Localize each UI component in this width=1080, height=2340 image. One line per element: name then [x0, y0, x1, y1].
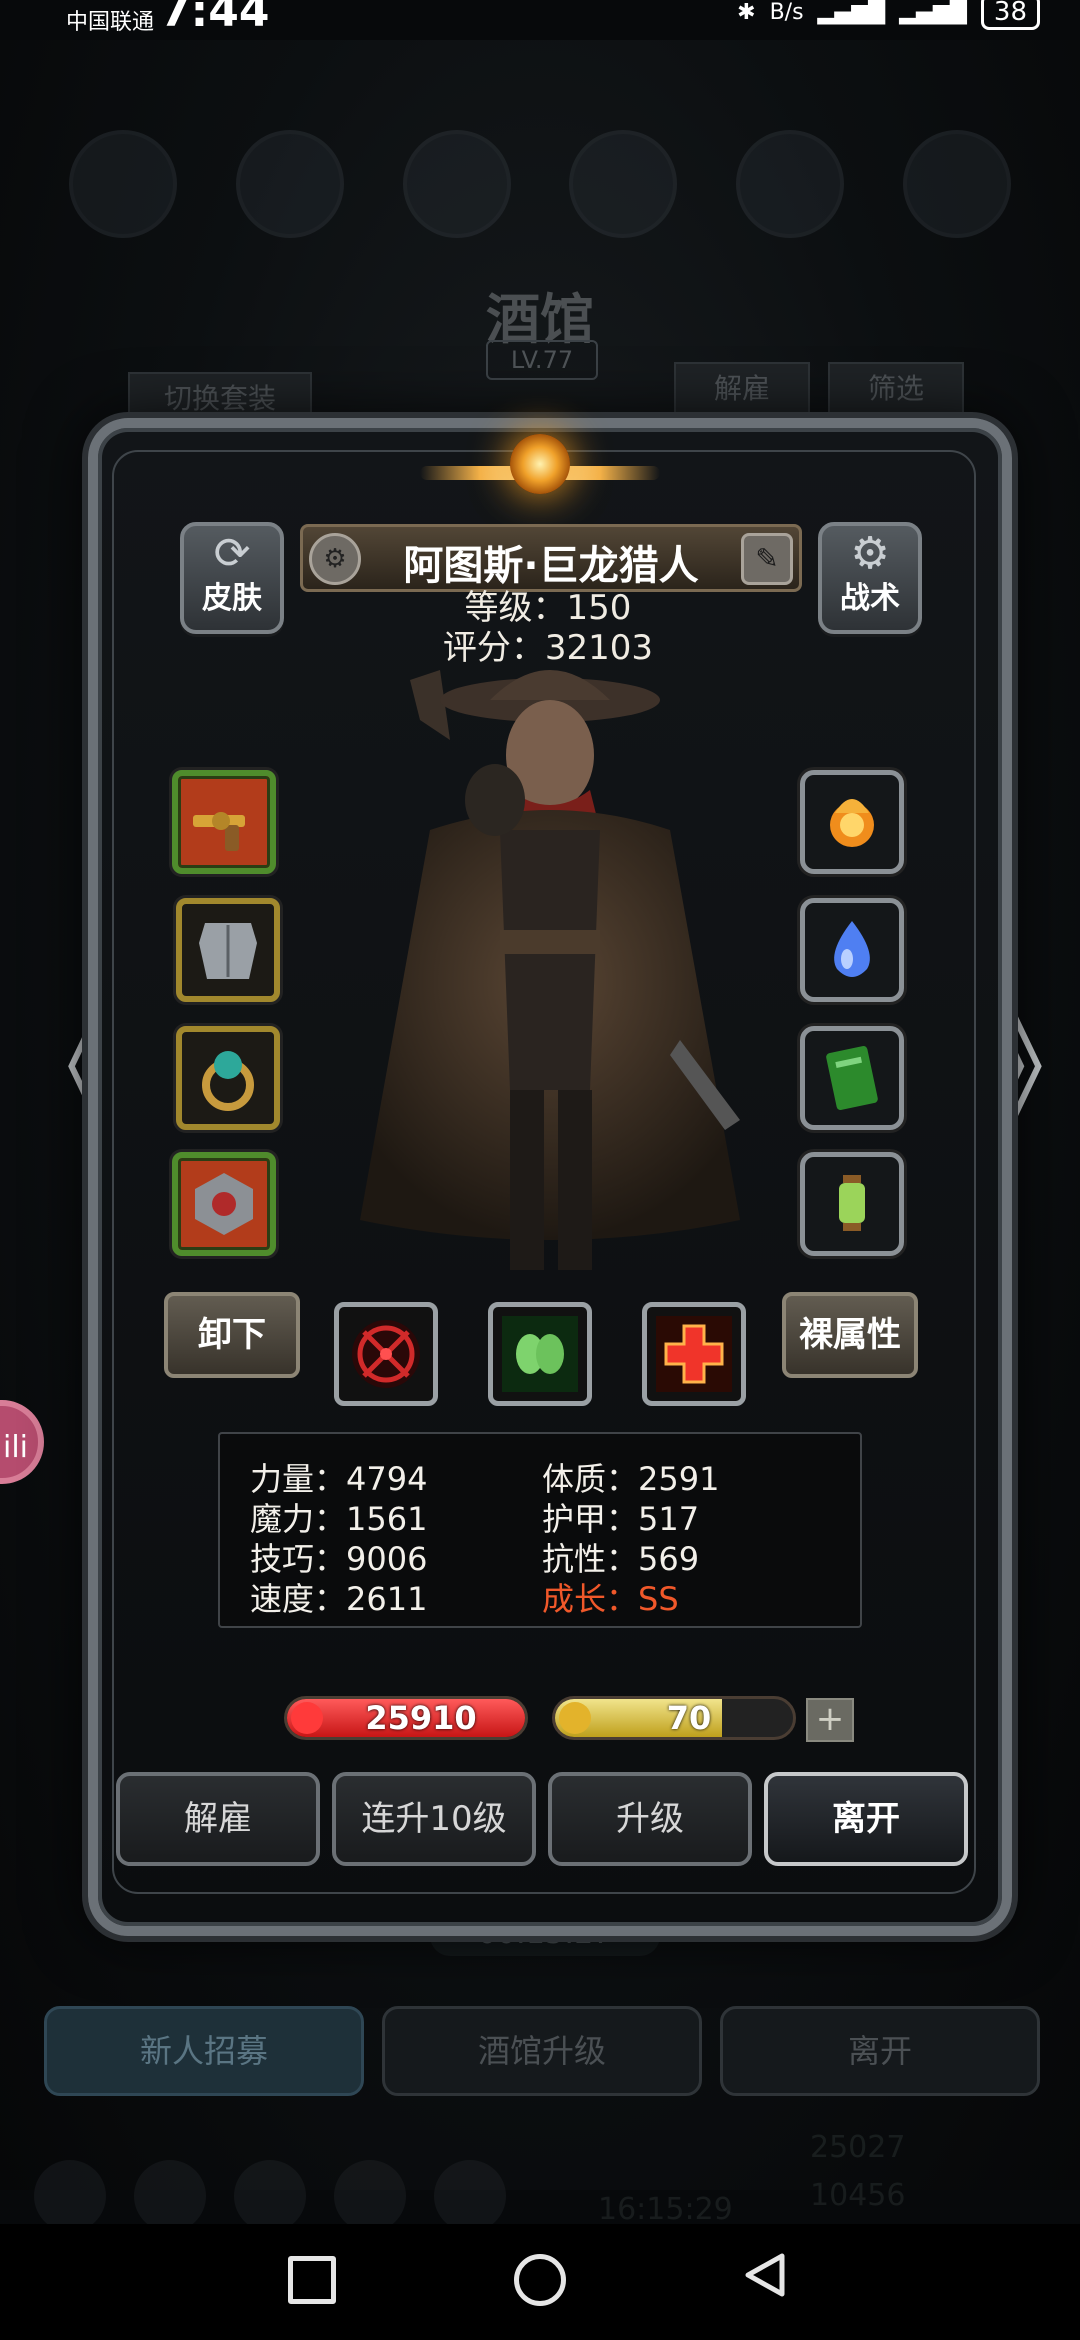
hp-bar: 25910 — [284, 1696, 528, 1740]
energy-bar: 70 — [552, 1696, 796, 1740]
bg-icon — [902, 130, 1011, 238]
stat-speed: 速度：2611 — [250, 1580, 428, 1618]
relic-slot-3[interactable] — [800, 1026, 904, 1130]
previous-hero-arrow[interactable]: 《 — [10, 1015, 120, 1125]
armor-slot[interactable] — [176, 898, 280, 1002]
bg-icon — [434, 2160, 506, 2232]
status-bar: 中国联通 7:44 ✱ B/s ▂▄▆█ ▂▄▆█ 38 — [0, 0, 1080, 40]
tactics-button[interactable]: ⚙ 战术 — [818, 522, 922, 634]
water-drop-icon — [834, 921, 870, 977]
green-card-icon — [826, 1046, 878, 1110]
bg-icon — [234, 2160, 306, 2232]
bg-icon — [402, 130, 511, 238]
bg-dismiss-button: 解雇 — [674, 362, 810, 416]
skin-refresh-icon: ⟳ — [213, 528, 251, 579]
carrier-label: 中国联通 — [66, 10, 155, 35]
hero-portrait — [360, 670, 740, 1270]
rename-edit-icon[interactable]: ✎ — [741, 533, 793, 585]
bg-recruit-button: 新人招募 — [44, 2006, 364, 2096]
bluetooth-icon: ✱ — [737, 0, 756, 25]
dismiss-button[interactable]: 解雇 — [116, 1772, 320, 1866]
level-up-button[interactable]: 升级 — [548, 1772, 752, 1866]
leave-button[interactable]: 离开 — [764, 1772, 968, 1866]
tavern-level: LV.77 — [486, 340, 598, 380]
bg-gems: 10456 — [810, 2178, 906, 2213]
skin-button[interactable]: ⟳ 皮肤 — [180, 522, 284, 634]
bg-icon — [735, 130, 844, 238]
bg-bottom-bar: 25027 10456 16:15:29 — [0, 2120, 1080, 2232]
bg-coins: 25027 — [810, 2130, 906, 2165]
armor-icon — [199, 923, 257, 979]
revolver-icon — [193, 812, 245, 851]
status-icons: ✱ B/s ▂▄▆█ ▂▄▆█ 38 — [737, 0, 1040, 30]
bg-clock: 16:15:29 — [598, 2192, 733, 2227]
skill-slot-2[interactable] — [488, 1302, 592, 1406]
ring-slot[interactable] — [176, 1026, 280, 1130]
hp-value: 25910 — [365, 1699, 477, 1737]
home-icon[interactable] — [514, 2254, 566, 2306]
bg-icon — [235, 130, 344, 238]
network-speed: B/s — [769, 0, 804, 25]
relic-slot-4[interactable] — [800, 1152, 904, 1256]
weapon-slot[interactable] — [172, 770, 276, 874]
bg-leave-button: 离开 — [720, 2006, 1040, 2096]
naked-attributes-button[interactable]: 裸属性 — [782, 1292, 918, 1378]
recent-apps-icon[interactable] — [288, 2256, 336, 2304]
unequip-button[interactable]: 卸下 — [164, 1292, 300, 1378]
bg-icon — [34, 2160, 106, 2232]
stat-growth: 成长：SS — [542, 1580, 679, 1618]
tactics-label: 战术 — [840, 581, 900, 616]
lantern-icon — [839, 1175, 865, 1231]
crest-emblem-icon — [510, 434, 570, 494]
bg-icon — [569, 130, 678, 238]
bg-filter-button: 筛选 — [828, 362, 964, 416]
bg-icon — [69, 130, 178, 238]
bg-upgrade-tavern-button: 酒馆升级 — [382, 2006, 702, 2096]
skill-slot-3[interactable] — [642, 1302, 746, 1406]
level-up-10-button[interactable]: 连升10级 — [332, 1772, 536, 1866]
bg-icon — [334, 2160, 406, 2232]
hero-stats-box: 力量：4794 魔力：1561 技巧：9006 速度：2611 体质：2591 … — [218, 1432, 862, 1628]
back-icon[interactable] — [740, 2250, 790, 2300]
hero-badge-icon[interactable]: ⚙ — [309, 533, 361, 585]
fire-orb-icon — [830, 799, 874, 847]
green-skull-skill-icon — [502, 1316, 578, 1392]
amulet-icon — [195, 1173, 253, 1235]
amulet-slot[interactable] — [172, 1152, 276, 1256]
battery-icon: 38 — [980, 0, 1040, 30]
bg-icon — [134, 2160, 206, 2232]
signal-2-icon: ▂▄▆█ — [899, 0, 967, 25]
add-energy-button[interactable]: + — [806, 1698, 854, 1742]
background-top-icons — [40, 130, 1040, 240]
red-cross-skill-icon — [656, 1316, 732, 1392]
skill-slot-1[interactable] — [334, 1302, 438, 1406]
skin-label: 皮肤 — [202, 581, 262, 616]
relic-slot-1[interactable] — [800, 770, 904, 874]
ring-icon — [202, 1051, 254, 1111]
clock-time: 7:44 — [160, 0, 270, 37]
signal-icon: ▂▄▆█ — [817, 0, 886, 25]
gear-icon: ⚙ — [850, 528, 890, 579]
red-target-skill-icon — [352, 1320, 420, 1388]
relic-slot-2[interactable] — [800, 898, 904, 1002]
energy-value: 70 — [666, 1699, 712, 1737]
